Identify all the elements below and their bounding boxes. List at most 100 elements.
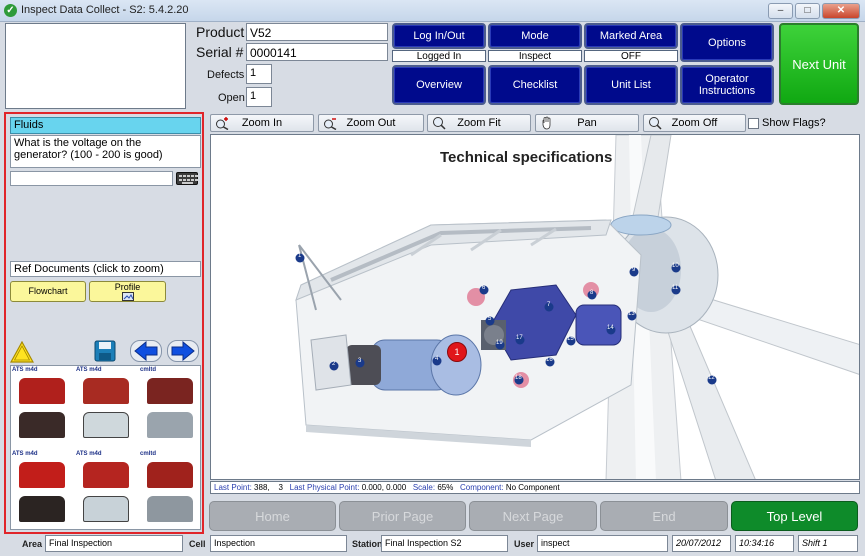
cell-label: Cell (189, 539, 206, 549)
callout-13[interactable]: 13 (627, 311, 637, 324)
callout-7[interactable]: 7 (544, 302, 554, 315)
thumbnail-header: ATS m4d (76, 367, 102, 373)
callout-14[interactable]: 14 (606, 325, 616, 338)
previous-button[interactable] (130, 340, 162, 362)
ref-documents-label[interactable]: Ref Documents (click to zoom) (10, 261, 201, 277)
callout-11[interactable]: 11 (671, 285, 681, 298)
ref-document-thumbnails[interactable]: ATS m4d ATS m4d cmltd ATS m4d ATS m4d cm… (10, 365, 201, 530)
zoom-in-button[interactable]: Zoom In (210, 114, 314, 132)
flowchart-label: Flowchart (28, 286, 68, 296)
callout-number: 7 (547, 302, 551, 308)
top-level-button[interactable]: Top Level (731, 501, 858, 531)
next-button[interactable] (167, 340, 199, 362)
zoom-out-button[interactable]: Zoom Out (318, 114, 424, 132)
thumbnail[interactable] (75, 408, 137, 448)
date-field: 20/07/2012 (672, 535, 731, 552)
thumbnail[interactable]: ATS m4d (75, 366, 137, 406)
options-button[interactable]: Options (680, 23, 774, 62)
end-button[interactable]: End (600, 501, 728, 531)
thumbnail[interactable]: cmltd (139, 366, 200, 406)
answer-input[interactable] (10, 171, 173, 186)
thumbnail[interactable] (139, 492, 200, 529)
next-page-button[interactable]: Next Page (469, 501, 597, 531)
logo-area (5, 23, 186, 109)
warning-icon[interactable] (10, 341, 34, 363)
overview-button[interactable]: Overview (392, 65, 486, 105)
component-value: No Component (505, 483, 560, 492)
callout-5[interactable]: 5 (485, 316, 495, 329)
maximize-button[interactable]: □ (795, 3, 820, 19)
mode-button[interactable]: Mode (488, 23, 582, 49)
callout-number: 8 (590, 290, 594, 296)
callout-1[interactable]: 1 (295, 253, 305, 266)
thumbnail[interactable]: ATS m4d (11, 450, 73, 490)
callout-4[interactable]: 4 (432, 356, 442, 369)
category-bar: Fluids (10, 117, 201, 134)
close-button[interactable]: ✕ (822, 3, 860, 19)
unit-list-button[interactable]: Unit List (584, 65, 678, 105)
window-title: Inspect Data Collect - S2: 5.4.2.20 (21, 4, 189, 16)
thumbnail-brand: cmltd (140, 367, 157, 373)
callout-19[interactable]: 19 (495, 340, 505, 353)
shift-field: Shift 1 (798, 535, 858, 552)
callout-9[interactable]: 9 (629, 267, 639, 280)
viewer-status-line: Last Point: 388, 3 Last Physical Point: … (210, 481, 860, 494)
callout-number: 16 (546, 357, 553, 363)
keyboard-icon[interactable] (176, 172, 198, 185)
cell-field: Inspection (210, 535, 347, 552)
question-text: What is the voltage on the generator? (1… (10, 135, 201, 168)
profile-button[interactable]: Profile (89, 281, 166, 302)
component-label: Component: (460, 483, 504, 492)
callout-number: 5 (488, 316, 492, 322)
thumbnail[interactable] (75, 492, 137, 529)
callout-18[interactable]: 18 (514, 375, 524, 388)
save-icon[interactable] (94, 340, 116, 362)
callout-number: 4 (435, 356, 439, 362)
thumbnail[interactable] (139, 408, 200, 448)
prior-page-button[interactable]: Prior Page (339, 501, 466, 531)
login-button[interactable]: Log In/Out (392, 23, 486, 49)
zoom-off-button[interactable]: Zoom Off (643, 114, 746, 132)
open-label: Open (218, 92, 245, 104)
thumbnail[interactable] (11, 492, 73, 529)
serial-label: Serial # (196, 44, 244, 60)
flowchart-button[interactable]: Flowchart (10, 281, 86, 302)
callout-12[interactable]: 12 (707, 375, 717, 388)
callout-15[interactable]: 15 (566, 336, 576, 349)
callout-6[interactable]: 6 (479, 285, 489, 298)
checklist-button[interactable]: Checklist (488, 65, 582, 105)
user-label: User (514, 539, 535, 549)
callout-2[interactable]: 2 (329, 361, 339, 374)
title-bar: ✓ Inspect Data Collect - S2: 5.4.2.20 – … (0, 0, 865, 22)
area-label: Area (22, 539, 43, 549)
user-field: inspect (537, 535, 668, 552)
defect-marker[interactable]: 1 (447, 342, 467, 362)
marked-area-button[interactable]: Marked Area (584, 23, 678, 49)
thumbnail[interactable]: ATS m4d (75, 450, 137, 490)
zoom-out-label: Zoom Out (346, 117, 396, 129)
callout-3[interactable]: 3 (355, 358, 365, 371)
callout-10[interactable]: 10 (671, 263, 681, 276)
thumbnail[interactable] (11, 408, 73, 448)
drawing-viewer[interactable]: Technical specifications 1 2 3 4 5 6 7 8… (210, 134, 860, 480)
operator-instructions-button[interactable]: Operator Instructions (680, 65, 774, 105)
app-check-icon: ✓ (4, 4, 17, 17)
thumbnail-header: ATS m4d (76, 451, 102, 457)
zoom-fit-button[interactable]: Zoom Fit (427, 114, 531, 132)
callout-number: 11 (672, 285, 679, 291)
thumbnail[interactable]: cmltd (139, 450, 200, 490)
show-flags-checkbox[interactable] (748, 117, 759, 129)
home-button[interactable]: Home (209, 501, 336, 531)
callout-number: 17 (516, 335, 523, 341)
callout-17[interactable]: 17 (515, 335, 525, 348)
thumbnail[interactable]: ATS m4d (11, 366, 73, 406)
pan-button[interactable]: Pan (535, 114, 639, 132)
diagram-title: Technical specifications (440, 149, 613, 166)
callout-number: 13 (628, 311, 635, 317)
callout-8[interactable]: 8 (587, 290, 597, 303)
wind-turbine-nacelle-diagram[interactable] (211, 135, 860, 480)
callout-16[interactable]: 16 (545, 357, 555, 370)
show-flags-toggle[interactable]: Show Flags? (748, 117, 826, 129)
minimize-button[interactable]: – (768, 3, 793, 19)
next-unit-button[interactable]: Next Unit (779, 23, 859, 105)
